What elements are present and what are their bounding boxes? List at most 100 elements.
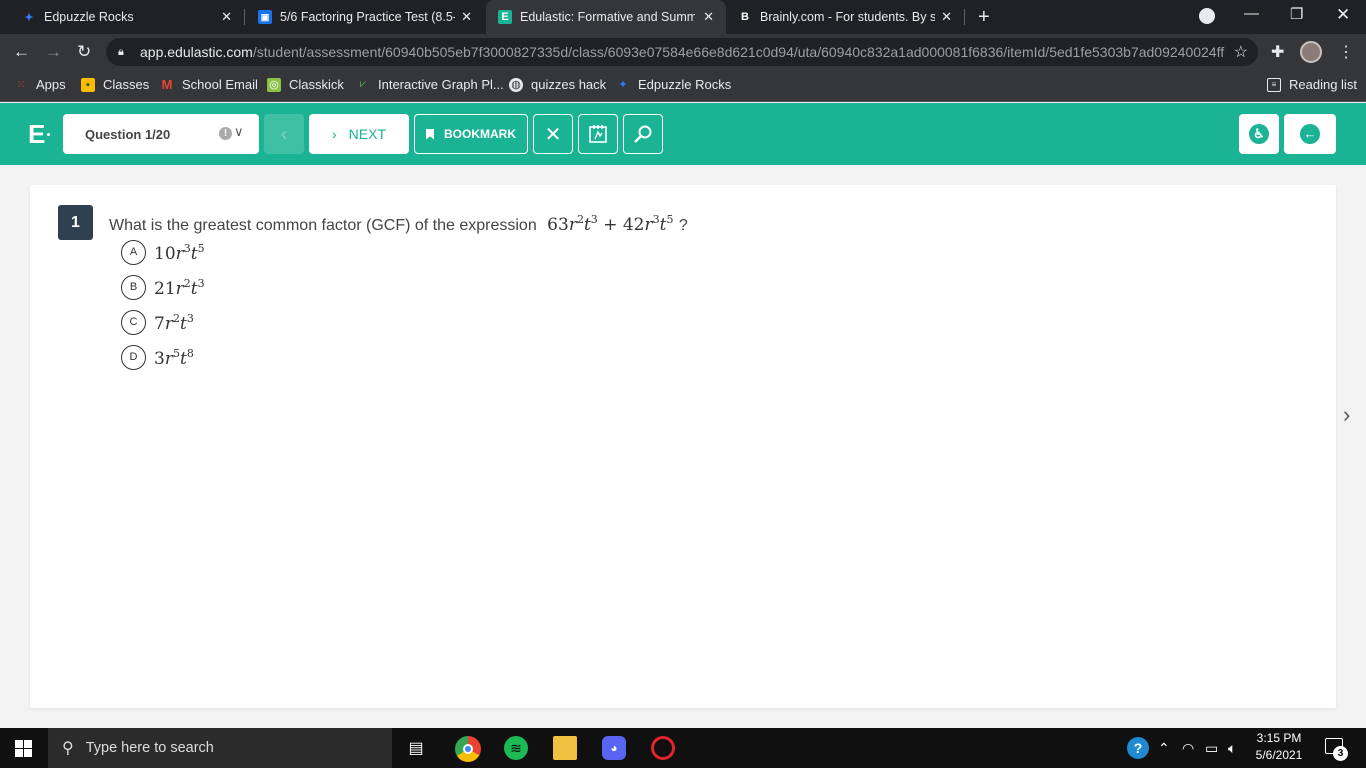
battery-icon[interactable]: ▭ [1205,740,1218,757]
taskbar-search[interactable]: ⚲ Type here to search [48,728,392,768]
question-mark: ? [678,217,688,234]
option-expression: 21r2t3 [154,276,205,299]
system-clock[interactable]: 3:15 PM 5/6/2021 [1244,730,1314,764]
help-icon[interactable]: ? [1127,737,1149,759]
google-classroom-icon: ▣ [258,10,272,24]
close-icon[interactable]: ✕ [703,9,714,25]
profile-avatar[interactable] [1300,41,1322,63]
bookmark-school-email[interactable]: M School Email [160,77,258,92]
search-icon: ⚲ [62,740,74,757]
chrome-icon[interactable] [455,736,481,762]
windows-taskbar: ⚲ Type here to search ▤ ≋ ◕ ? ⌃ ◠ ▭ 🔈︎ 3… [0,728,1366,768]
question-text: What is the greatest common factor (GCF)… [109,217,537,234]
option-bubble[interactable]: D [121,345,146,370]
minimize-icon[interactable]: — [1244,5,1259,22]
chevron-up-icon[interactable]: ⌃ [1158,740,1170,757]
volume-muted-icon[interactable]: 🔈︎ [1228,740,1236,757]
chevron-right-icon: › [331,126,337,142]
edpuzzle-icon: ✦ [24,11,34,24]
forward-arrow-icon[interactable]: → [45,42,62,62]
back-arrow-icon[interactable]: ← [13,42,30,62]
menu-kebab-icon[interactable]: ⋮ [1338,42,1354,62]
task-view-icon[interactable]: ▤ [404,736,428,760]
tab-search-icon[interactable] [1199,8,1215,24]
windows-start-icon[interactable] [15,740,32,757]
restore-icon[interactable]: ❐ [1290,5,1303,23]
window-close-icon[interactable]: ✕ [1336,5,1350,25]
exit-button[interactable]: ← [1284,114,1336,154]
tab-title: Edpuzzle Rocks [44,10,134,24]
graph-icon: ⩗ [359,78,367,90]
lock-icon: 🔒︎ [118,45,124,58]
scratchpad-tool-button[interactable] [578,114,618,154]
close-icon[interactable]: ✕ [221,9,232,25]
reload-icon[interactable]: ↻ [77,42,91,62]
gmail-icon: M [161,77,173,92]
next-question-arrow-icon[interactable]: › [1343,402,1350,428]
apps-grid-icon: ⁙ [16,79,26,91]
url-text[interactable]: app.edulastic.com/student/assessment/609… [140,44,1224,60]
spotify-icon[interactable]: ≋ [504,736,528,760]
option-b[interactable]: B 21r2t3 [121,275,205,300]
search-icon [634,125,652,143]
option-bubble[interactable]: A [121,240,146,265]
accessibility-icon: ♿︎ [1249,124,1269,144]
chevron-down-icon: ∨ [234,124,244,139]
option-bubble[interactable]: C [121,310,146,335]
globe-icon: ◍ [509,77,523,92]
browser-tab-bar: ✦ Edpuzzle Rocks ✕ ▣ 5/6 Factoring Pract… [0,0,1366,34]
close-icon[interactable]: ✕ [461,9,472,25]
scratchpad-icon [589,125,607,143]
star-icon[interactable]: ☆ [1234,42,1248,62]
bookmarks-bar: ⁙ Apps ▪ Classes M School Email ◎ Classk… [0,70,1366,102]
file-explorer-icon[interactable] [553,736,577,760]
bookmark-classes[interactable]: ▪ Classes [81,77,149,92]
option-expression: 10r3t5 [154,241,205,264]
bookmark-icon [426,128,434,140]
classkick-icon: ◎ [267,77,281,92]
bookmark-interactive-graph[interactable]: ⩗ Interactive Graph Pl... [356,77,504,92]
clock-date: 5/6/2021 [1255,748,1303,762]
question-stem: What is the greatest common factor (GCF)… [109,213,688,235]
tab-edulastic[interactable]: E Edulastic: Formative and Summat ✕ [486,0,726,34]
discord-icon[interactable]: ◕ [602,736,626,760]
classes-icon: ▪ [81,77,95,92]
edulastic-icon: E [498,10,512,24]
edulastic-logo: E [28,119,46,149]
reading-list[interactable]: ≡ Reading list [1267,77,1357,92]
option-expression: 7r2t3 [154,311,194,334]
bookmark-button[interactable]: BOOKMARK [414,114,528,154]
close-icon: ✕ [544,123,562,146]
bookmark-edpuzzle[interactable]: ✦ Edpuzzle Rocks [616,77,731,92]
extensions-puzzle-icon[interactable]: ✚ [1271,42,1284,62]
option-a[interactable]: A 10r3t5 [121,240,205,265]
opera-icon[interactable] [651,736,675,760]
tab-edpuzzle[interactable]: ✦ Edpuzzle Rocks ✕ [0,0,244,34]
question-selector-label: Question 1/20 [85,126,171,142]
edpuzzle-icon: ✦ [618,79,628,91]
url-bar[interactable]: 🔒︎ app.edulastic.com/student/assessment/… [106,38,1258,66]
option-d[interactable]: D 3r5t8 [121,345,194,370]
next-button[interactable]: › NEXT [309,114,409,154]
question-selector[interactable]: Question 1/20 ! ∨ [63,114,259,154]
magnifier-tool-button[interactable] [623,114,663,154]
reading-list-icon: ≡ [1267,77,1281,92]
option-bubble[interactable]: B [121,275,146,300]
bookmark-quizzes-hack[interactable]: ◍ quizzes hack [509,77,606,92]
crossout-tool-button[interactable]: ✕ [533,114,573,154]
wifi-icon[interactable]: ◠ [1182,740,1194,757]
bookmark-apps[interactable]: ⁙ Apps [14,77,65,92]
bookmark-classkick[interactable]: ◎ Classkick [267,77,344,92]
accessibility-button[interactable]: ♿︎ [1239,114,1279,154]
previous-button[interactable]: ‹ [264,114,304,154]
new-tab-button[interactable]: + [978,6,990,29]
question-number-badge: 1 [58,205,93,240]
tab-factoring-test[interactable]: ▣ 5/6 Factoring Practice Test (8.5-8 ✕ [236,0,484,34]
tab-brainly[interactable]: B Brainly.com - For students. By stu ✕ [726,0,964,34]
notification-count-badge: 3 [1333,746,1348,761]
clock-time: 3:15 PM [1256,731,1302,745]
close-icon[interactable]: ✕ [941,9,952,25]
option-c[interactable]: C 7r2t3 [121,310,194,335]
brainly-icon: B [741,11,749,23]
tab-separator [964,9,965,25]
